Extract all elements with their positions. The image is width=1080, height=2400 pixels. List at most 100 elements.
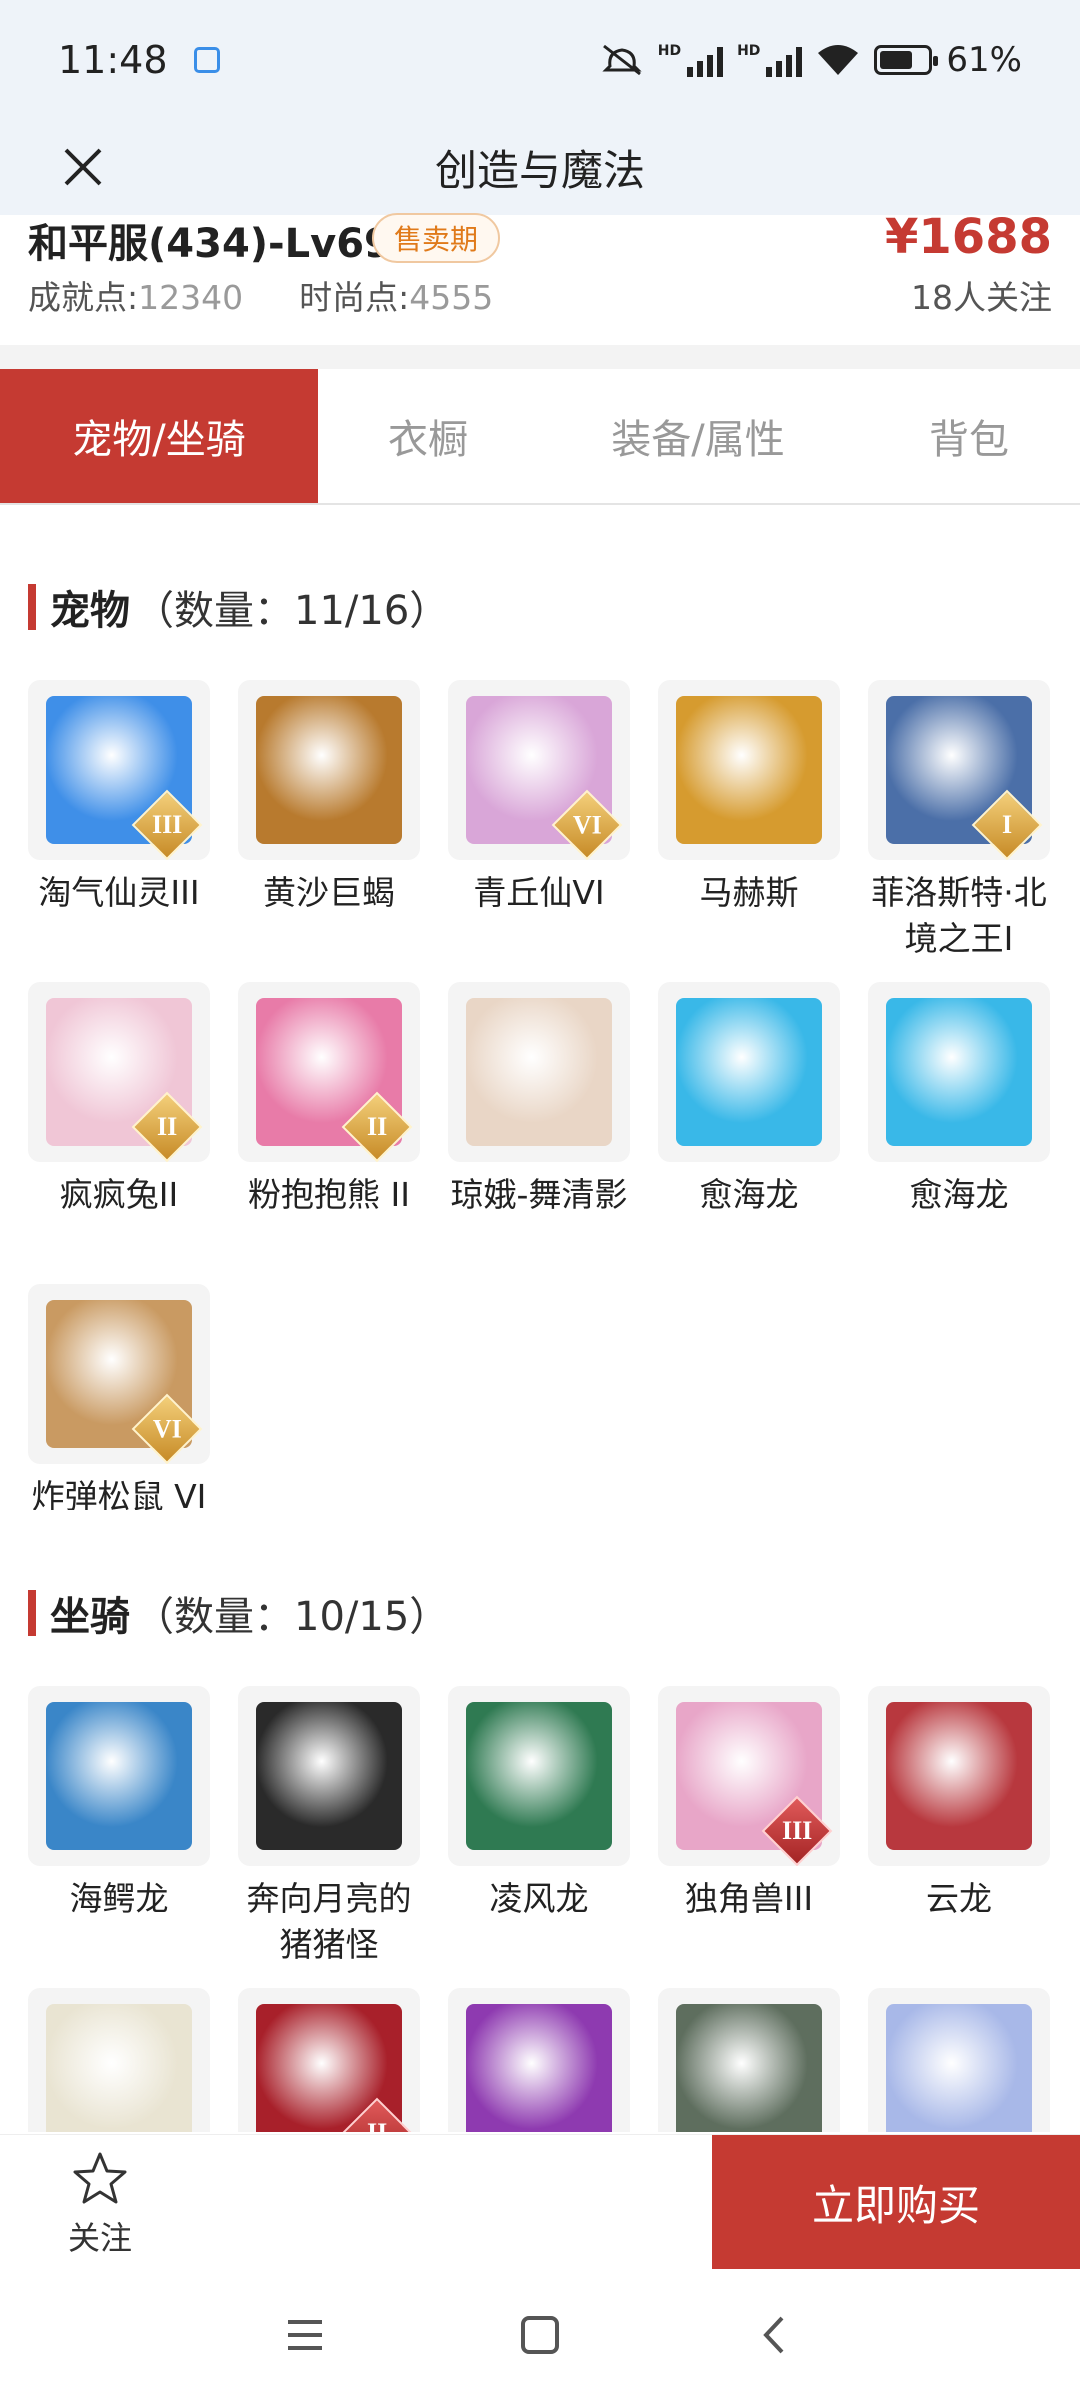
pets-item[interactable]: 琼娥-舞清影	[448, 982, 630, 1218]
tier-label: II	[156, 1112, 178, 1141]
pets-portrait	[886, 998, 1032, 1146]
mounts-portrait	[46, 1702, 192, 1850]
mounts-item[interactable]: 海鳄龙	[28, 1686, 210, 1922]
mounts-thumbnail: II	[238, 1988, 420, 2132]
battery-percent: 61%	[946, 40, 1022, 80]
mounts-name: 云龙	[926, 1879, 992, 1918]
pets-name: 愈海龙	[699, 1175, 799, 1214]
notification-app-icon	[193, 47, 220, 73]
mute-icon	[602, 44, 642, 76]
mounts-thumbnail	[448, 1686, 630, 1866]
page-title: 创造与魔法	[434, 146, 645, 195]
pets-thumbnail	[448, 982, 630, 1162]
fashion-label: 时尚点:	[299, 278, 410, 317]
pets-portrait	[676, 998, 822, 1146]
pets-item[interactable]: I 菲洛斯特·北境之王I	[868, 680, 1050, 962]
tier-label: III	[151, 809, 183, 839]
mounts-thumbnail	[448, 1988, 630, 2132]
mounts-item[interactable]	[28, 1988, 210, 2132]
mounts-thumbnail: III	[658, 1686, 840, 1866]
follow-button[interactable]: 关注	[62, 2151, 138, 2259]
buy-now-button[interactable]: 立即购买	[712, 2135, 1080, 2269]
mounts-thumbnail	[868, 1686, 1050, 1866]
pets-name: 琼娥-舞清影	[450, 1175, 628, 1214]
pets-item[interactable]: VI 青丘仙VI	[448, 680, 630, 916]
pets-thumbnail: III	[28, 680, 210, 860]
pets-item[interactable]: II 粉抱抱熊 II	[238, 982, 420, 1218]
pets-name: 青丘仙VI	[473, 873, 605, 912]
price: ¥1688	[885, 209, 1052, 265]
mounts-count: （数量：10/15）	[134, 1594, 450, 1640]
pets-name: 淘气仙灵III	[38, 873, 200, 912]
tab-backpack[interactable]: 背包	[858, 369, 1080, 503]
mounts-name: 独角兽III	[684, 1879, 814, 1918]
pets-item[interactable]: III 淘气仙灵III	[28, 680, 210, 916]
close-icon[interactable]	[58, 142, 108, 192]
server-level: 和平服(434)-Lv69	[28, 221, 392, 267]
mounts-item[interactable]: III 独角兽III	[658, 1686, 840, 1922]
menu-icon[interactable]	[280, 2310, 330, 2360]
mounts-grid: 海鳄龙 奔向月亮的猪猪怪 凌风龙 III 独角兽III 云龙 II	[28, 1686, 1052, 2132]
pets-name: 疯疯兔II	[59, 1175, 179, 1214]
fashion-value: 4555	[409, 278, 494, 317]
tier-label: III	[781, 1815, 813, 1845]
status-badge: 售卖期	[372, 213, 501, 263]
pets-name: 黄沙巨蝎	[263, 873, 395, 912]
listing-summary: 和平服(434)-Lv69 售卖期 ¥1688 成就点:12340 时尚点:455…	[0, 209, 1080, 345]
tier-label: II	[367, 2118, 387, 2132]
mounts-portrait	[886, 1702, 1032, 1850]
tier-label: I	[1001, 810, 1013, 839]
mounts-item[interactable]: II	[238, 1988, 420, 2132]
mounts-item[interactable]: 奔向月亮的猪猪怪	[238, 1686, 420, 1968]
pets-item[interactable]: 愈海龙	[658, 982, 840, 1218]
home-icon[interactable]	[515, 2310, 565, 2360]
mounts-item[interactable]	[868, 1988, 1050, 2132]
points-stats: 成就点:12340 时尚点:4555	[28, 271, 493, 319]
status-bar: 11:48 HD HD 61%	[0, 0, 1080, 120]
pets-portrait	[466, 998, 612, 1146]
follow-label: 关注	[67, 2219, 132, 2257]
pets-item[interactable]: VI 炸弹松鼠 VI	[28, 1284, 210, 1510]
pets-name: 愈海龙	[909, 1175, 1009, 1214]
mounts-portrait	[466, 1702, 612, 1850]
pets-item[interactable]: 马赫斯	[658, 680, 840, 916]
mounts-thumbnail	[238, 1686, 420, 1866]
pets-item[interactable]: 黄沙巨蝎	[238, 680, 420, 916]
tier-label: II	[366, 1112, 388, 1141]
mounts-heading: 坐骑	[50, 1594, 130, 1640]
status-icons: HD HD 61%	[600, 40, 1022, 80]
mounts-item[interactable]	[448, 1988, 630, 2132]
system-nav-bar	[0, 2270, 1080, 2400]
section-divider	[0, 345, 1080, 369]
pets-thumbnail	[238, 680, 420, 860]
pets-thumbnail	[868, 982, 1050, 1162]
mounts-section-title: 坐骑 （数量：10/15）	[28, 1584, 449, 1642]
tab-pets-mounts[interactable]: 宠物/坐骑	[0, 369, 318, 503]
tab-bar: 宠物/坐骑 衣橱 装备/属性 背包	[0, 369, 1080, 505]
star-icon	[73, 2152, 127, 2204]
mounts-portrait	[46, 2004, 192, 2132]
mounts-item[interactable]: 凌风龙	[448, 1686, 630, 1922]
tab-equipment[interactable]: 装备/属性	[538, 369, 858, 503]
achievement-label: 成就点:	[28, 278, 139, 317]
pets-heading: 宠物	[50, 588, 130, 634]
back-icon[interactable]	[750, 2310, 800, 2360]
mounts-portrait	[886, 2004, 1032, 2132]
pets-count: （数量：11/16）	[134, 588, 450, 634]
pets-thumbnail	[658, 680, 840, 860]
tab-wardrobe[interactable]: 衣橱	[318, 369, 538, 503]
mounts-thumbnail	[28, 1988, 210, 2132]
signal-icon: HD	[658, 43, 724, 77]
mounts-item[interactable]	[658, 1988, 840, 2132]
pets-thumbnail: VI	[448, 680, 630, 860]
mounts-name: 凌风龙	[489, 1879, 589, 1918]
follower-count: 18人关注	[911, 278, 1052, 317]
mounts-item[interactable]: 云龙	[868, 1686, 1050, 1922]
pets-item[interactable]: II 疯疯兔II	[28, 982, 210, 1218]
bottom-action-bar: 关注 立即购买	[0, 2134, 1080, 2270]
achievement-value: 12340	[138, 278, 244, 317]
pets-portrait	[256, 696, 402, 844]
tier-label: VI	[572, 810, 602, 839]
mounts-thumbnail	[28, 1686, 210, 1866]
pets-item[interactable]: 愈海龙	[868, 982, 1050, 1218]
